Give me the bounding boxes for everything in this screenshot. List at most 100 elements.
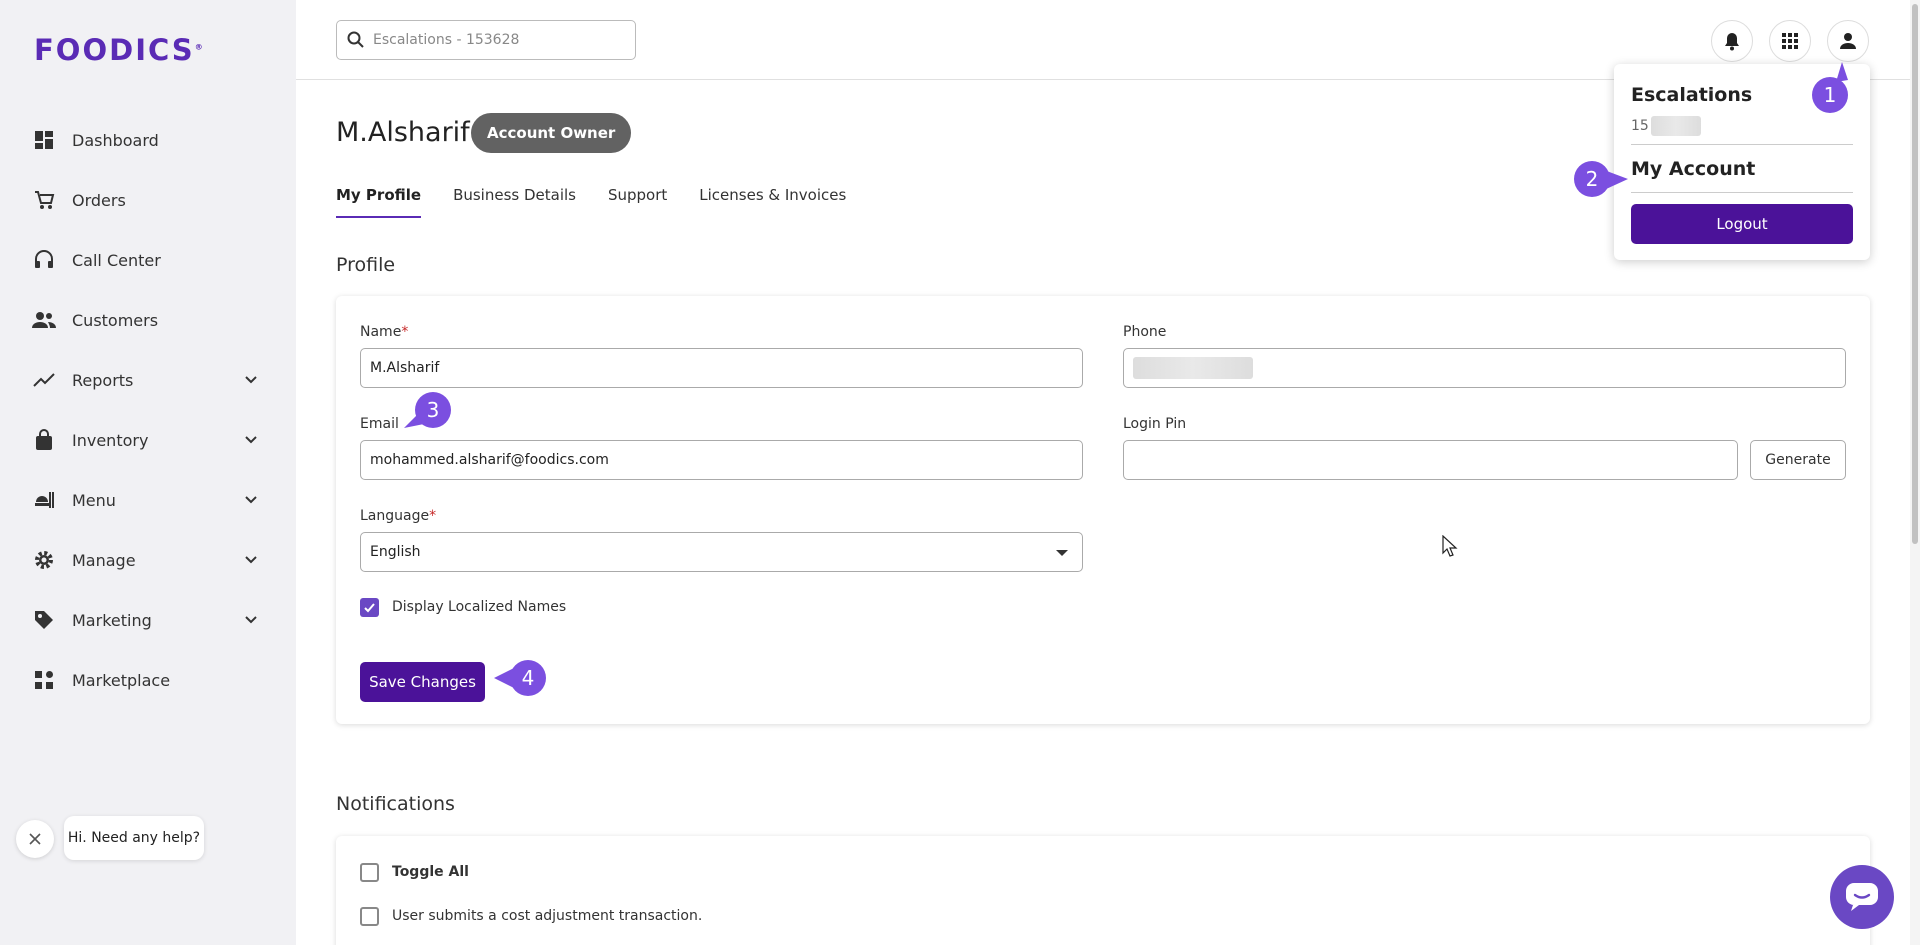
sidebar-item-label: Marketing — [72, 610, 152, 630]
sidebar-item-manage[interactable]: Manage — [0, 530, 296, 590]
sidebar-item-dashboard[interactable]: Dashboard — [0, 110, 296, 170]
sidebar-item-inventory[interactable]: Inventory — [0, 410, 296, 470]
sidebar-item-menu[interactable]: Menu — [0, 470, 296, 530]
login-pin-field[interactable] — [1123, 440, 1738, 480]
sidebar-item-label: Call Center — [72, 250, 161, 270]
sidebar-item-customers[interactable]: Customers — [0, 290, 296, 350]
help-bubble[interactable]: Hi. Need any help? — [64, 816, 204, 860]
callout-pointer-icon — [404, 414, 424, 428]
logout-button[interactable]: Logout — [1631, 204, 1853, 244]
dropdown-caret-icon — [1056, 550, 1068, 556]
business-reference: 15 — [1631, 116, 1701, 136]
localized-names-checkbox[interactable] — [360, 598, 379, 617]
people-icon — [32, 308, 56, 332]
sidebar-item-label: Orders — [72, 190, 126, 210]
business-name: Escalations — [1631, 84, 1753, 106]
sidebar-nav: Dashboard Orders Call Center Customers R… — [0, 110, 296, 710]
dashboard-icon — [32, 128, 56, 152]
email-field[interactable]: mohammed.alsharif@foodics.com — [360, 440, 1083, 480]
tab-my-profile[interactable]: My Profile — [336, 186, 422, 218]
account-owner-badge: Account Owner — [471, 113, 632, 153]
bag-icon — [32, 428, 56, 452]
login-pin-label: Login Pin — [1123, 416, 1187, 432]
search-input[interactable]: Escalations - 153628 — [336, 20, 636, 60]
chat-icon — [1846, 883, 1878, 911]
notification-label: User submits a cost adjustment transacti… — [392, 908, 703, 924]
phone-label: Phone — [1123, 324, 1167, 340]
notifications-section-title: Notifications — [336, 793, 455, 815]
phone-field[interactable] — [1123, 348, 1846, 388]
tab-licenses-invoices[interactable]: Licenses & Invoices — [699, 186, 846, 218]
headset-icon — [32, 248, 56, 272]
sidebar-item-label: Reports — [72, 370, 134, 390]
name-label: Name* — [360, 324, 409, 340]
sidebar-item-label: Customers — [72, 310, 159, 330]
sidebar-item-label: Marketplace — [72, 670, 171, 690]
sidebar-item-reports[interactable]: Reports — [0, 350, 296, 410]
foodics-logo[interactable]: FOODICS® — [34, 33, 203, 67]
notification-checkbox[interactable] — [360, 907, 379, 926]
step-callout-1: 1 — [1812, 77, 1848, 113]
scrollbar-thumb[interactable] — [1912, 4, 1918, 544]
email-label: Email — [360, 416, 399, 432]
help-close-button[interactable] — [16, 820, 54, 858]
profile-card: Name* M.Alsharif Phone Email mohammed.al… — [336, 296, 1870, 724]
food-icon — [32, 488, 56, 512]
chevron-down-icon — [245, 616, 257, 624]
sidebar: FOODICS® Dashboard Orders Call Center Cu… — [0, 0, 296, 945]
sidebar-item-label: Inventory — [72, 430, 149, 450]
mouse-cursor-icon — [1442, 535, 1458, 557]
chevron-down-icon — [245, 496, 257, 504]
apps-icon — [32, 668, 56, 692]
trend-icon — [32, 368, 56, 392]
gear-icon — [32, 548, 56, 572]
sidebar-item-marketing[interactable]: Marketing — [0, 590, 296, 650]
sidebar-item-marketplace[interactable]: Marketplace — [0, 650, 296, 710]
name-field[interactable]: M.Alsharif — [360, 348, 1083, 388]
callout-pointer-icon — [494, 667, 516, 689]
tab-support[interactable]: Support — [608, 186, 667, 218]
bell-icon — [1725, 33, 1739, 51]
tab-business-details[interactable]: Business Details — [453, 186, 576, 218]
tag-icon — [32, 608, 56, 632]
redacted-reference — [1650, 116, 1701, 136]
toggle-all-checkbox[interactable] — [360, 863, 379, 882]
chevron-down-icon — [245, 556, 257, 564]
save-changes-button[interactable]: Save Changes — [360, 662, 485, 702]
user-icon — [1840, 33, 1856, 49]
callout-pointer-icon — [1604, 170, 1628, 190]
account-button[interactable] — [1827, 20, 1869, 62]
apps-menu-button[interactable] — [1769, 20, 1811, 62]
notifications-button[interactable] — [1711, 20, 1753, 62]
sidebar-item-call-center[interactable]: Call Center — [0, 230, 296, 290]
sidebar-item-label: Dashboard — [72, 130, 159, 150]
chevron-down-icon — [245, 436, 257, 444]
profile-section-title: Profile — [336, 254, 396, 276]
sidebar-item-label: Manage — [72, 550, 136, 570]
close-icon — [29, 833, 41, 845]
toggle-all-label: Toggle All — [392, 864, 469, 880]
language-value: English — [370, 544, 421, 560]
my-account-link[interactable]: My Account — [1631, 158, 1755, 180]
search-placeholder: Escalations - 153628 — [373, 32, 520, 48]
check-icon — [364, 603, 375, 613]
chat-widget-button[interactable] — [1830, 865, 1894, 929]
localized-names-label: Display Localized Names — [392, 599, 567, 615]
cart-icon — [32, 188, 56, 212]
notifications-card: Toggle All User submits a cost adjustmen… — [336, 836, 1870, 945]
divider — [1631, 192, 1853, 193]
chevron-down-icon — [245, 376, 257, 384]
sidebar-item-label: Menu — [72, 490, 116, 510]
callout-pointer-icon — [1836, 62, 1848, 82]
page-scrollbar[interactable] — [1910, 0, 1920, 945]
grid-icon — [1782, 33, 1798, 49]
profile-tabs: My Profile Business Details Support Lice… — [336, 186, 878, 218]
sidebar-item-orders[interactable]: Orders — [0, 170, 296, 230]
divider — [1631, 144, 1853, 145]
redacted-phone — [1133, 357, 1253, 379]
language-label: Language* — [360, 508, 437, 524]
page-title: M.Alsharif — [336, 117, 470, 148]
generate-pin-button[interactable]: Generate — [1750, 440, 1846, 480]
search-icon — [347, 31, 364, 48]
language-select[interactable]: English — [360, 532, 1083, 572]
